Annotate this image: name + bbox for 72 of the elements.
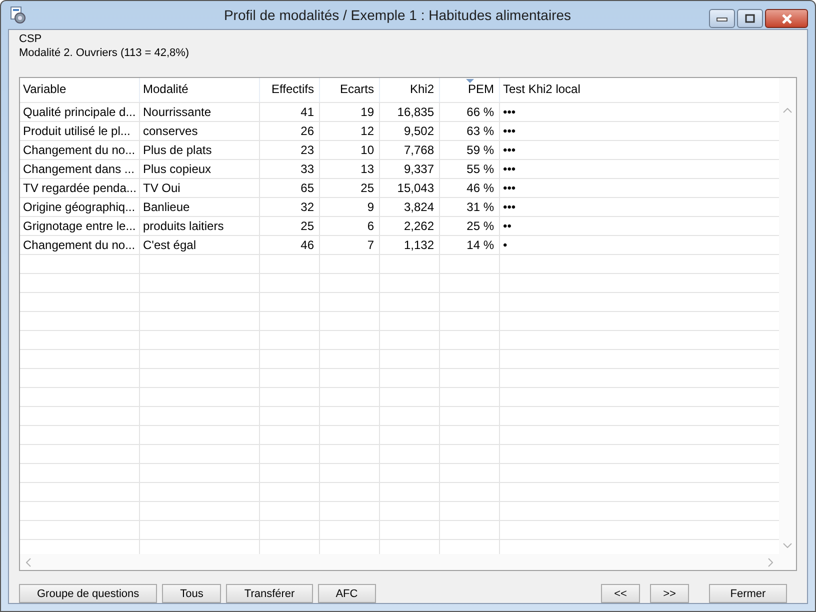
- table-cell: 16,835: [380, 103, 440, 122]
- column-header[interactable]: Effectifs: [260, 78, 320, 102]
- table-cell: Changement du no...: [20, 141, 140, 160]
- table-cell: 6: [320, 217, 380, 236]
- table-cell: Grignotage entre le...: [20, 217, 140, 236]
- dialog-button[interactable]: Transférer: [226, 584, 313, 603]
- table-cell: 25: [260, 217, 320, 236]
- table-cell: 31 %: [440, 198, 500, 217]
- close-icon: [780, 14, 792, 24]
- table-cell: Plus copieux: [140, 160, 260, 179]
- table-cell: 25: [320, 179, 380, 198]
- table-cell: 55 %: [440, 160, 500, 179]
- table-cell: 46 %: [440, 179, 500, 198]
- dialog-button[interactable]: Tous: [162, 584, 222, 603]
- modality-label: Modalité 2. Ouvriers (113 = 42,8%): [19, 46, 190, 60]
- app-icon: [10, 6, 26, 24]
- table-cell: 33: [260, 160, 320, 179]
- table-cell: 2,262: [380, 217, 440, 236]
- table-cell: Produit utilisé le pl...: [20, 122, 140, 141]
- scroll-up-icon[interactable]: [783, 108, 792, 113]
- table-cell: produits laitiers: [140, 217, 260, 236]
- variable-label: CSP: [19, 32, 43, 46]
- table-cell: 26: [260, 122, 320, 141]
- table-cell: TV Oui: [140, 179, 260, 198]
- sort-arrow-icon: [466, 79, 474, 83]
- table-cell: 23: [260, 141, 320, 160]
- table-cell: 13: [320, 160, 380, 179]
- dialog-button[interactable]: Fermer: [709, 584, 787, 603]
- maximize-icon: [744, 14, 756, 24]
- column-header[interactable]: Variable: [20, 78, 140, 102]
- column-header[interactable]: Ecarts: [320, 78, 380, 102]
- scroll-down-icon[interactable]: [783, 543, 792, 548]
- table-cell: 63 %: [440, 122, 500, 141]
- table-cell: 32: [260, 198, 320, 217]
- table-cell: Origine géographiq...: [20, 198, 140, 217]
- table-cell: Plus de plats: [140, 141, 260, 160]
- minimize-icon: [716, 16, 728, 22]
- table-cell: 15,043: [380, 179, 440, 198]
- table-cell: Banlieue: [140, 198, 260, 217]
- table-cell: 12: [320, 122, 380, 141]
- table-cell: 65: [260, 179, 320, 198]
- dialog-button[interactable]: Groupe de questions: [19, 584, 158, 603]
- column-header[interactable]: Modalité: [140, 78, 260, 102]
- maximize-button[interactable]: [737, 9, 763, 28]
- table-cell: conserves: [140, 122, 260, 141]
- window-title: Profil de modalités / Exemple 1 : Habitudes alimentaires: [222, 7, 572, 23]
- table-cell: 9: [320, 198, 380, 217]
- table-cell: 10: [320, 141, 380, 160]
- table-cell: Nourrissante: [140, 103, 260, 122]
- table-cell: 66 %: [440, 103, 500, 122]
- table-cell: 25 %: [440, 217, 500, 236]
- table-cell: 59 %: [440, 141, 500, 160]
- table-cell: 7,768: [380, 141, 440, 160]
- column-header[interactable]: Khi2: [380, 78, 440, 102]
- table-cell: 9,337: [380, 160, 440, 179]
- horizontal-scrollbar[interactable]: [20, 554, 779, 570]
- minimize-button[interactable]: [709, 9, 735, 28]
- column-header[interactable]: PEM: [440, 78, 500, 102]
- dialog-button[interactable]: >>: [650, 584, 689, 603]
- table-cell: TV regardée penda...: [20, 179, 140, 198]
- table-cell: 9,502: [380, 122, 440, 141]
- vertical-scrollbar[interactable]: [779, 78, 796, 570]
- table-cell: Qualité principale d...: [20, 103, 140, 122]
- table-cell: 3,824: [380, 198, 440, 217]
- dialog-button[interactable]: AFC: [318, 584, 376, 603]
- scroll-right-icon[interactable]: [768, 558, 773, 566]
- close-button[interactable]: [765, 9, 808, 28]
- dialog-button[interactable]: <<: [601, 584, 640, 603]
- table-cell: 19: [320, 103, 380, 122]
- table-cell: 41: [260, 103, 320, 122]
- table-cell: Changement dans ...: [20, 160, 140, 179]
- scroll-left-icon[interactable]: [26, 558, 31, 566]
